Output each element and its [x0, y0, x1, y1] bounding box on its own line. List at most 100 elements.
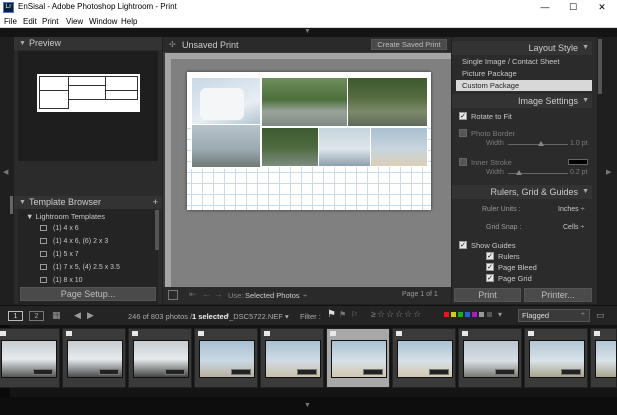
color-label-gray-icon[interactable] — [479, 312, 484, 317]
photo-cell[interactable] — [261, 127, 319, 167]
flag-icon[interactable] — [462, 331, 468, 336]
photo-cell[interactable] — [261, 77, 348, 127]
photo-cell[interactable] — [191, 124, 261, 168]
bottom-panel-toggle-icon[interactable]: ▼ — [304, 402, 311, 409]
color-label-green-icon[interactable] — [458, 312, 463, 317]
template-folder[interactable]: ▼ Lightroom Templates — [26, 212, 105, 221]
left-panel-scrollbar[interactable] — [10, 196, 13, 214]
menu-window[interactable]: Window — [89, 17, 117, 26]
flag-icon[interactable] — [330, 331, 336, 336]
page-view-toggle-icon[interactable] — [168, 290, 178, 300]
template-item[interactable]: (1) 7 x 5, (4) 2.5 x 3.5 — [40, 264, 155, 274]
flag-icon[interactable] — [528, 331, 534, 336]
window-2-button[interactable]: 2 — [29, 311, 44, 321]
preview-panel-header[interactable]: ▼ Preview — [14, 37, 162, 50]
template-item[interactable]: (1) 5 x 7 — [40, 251, 155, 261]
first-page-icon[interactable]: ⇤ — [189, 289, 197, 300]
layout-custom-package[interactable]: Custom Package — [456, 80, 592, 91]
create-saved-print-button[interactable]: Create Saved Print — [371, 39, 447, 50]
ruler-units-select[interactable]: Inches ÷ — [558, 206, 584, 213]
close-button[interactable]: ✕ — [588, 0, 616, 15]
print-page[interactable] — [187, 72, 431, 210]
flag-icon[interactable] — [396, 331, 402, 336]
menu-file[interactable]: File — [4, 17, 17, 26]
slider-knob-icon[interactable] — [516, 170, 522, 175]
filmstrip-thumbnail-selected[interactable] — [326, 328, 390, 388]
printer-button[interactable]: Printer... — [524, 288, 592, 302]
layout-picture-package[interactable]: Picture Package — [456, 68, 592, 79]
filmstrip-thumbnail[interactable] — [0, 328, 60, 388]
layout-style-header[interactable]: Layout Style ▼ — [452, 41, 592, 55]
filter-lock-icon[interactable]: ▭ — [596, 310, 605, 321]
flag-icon[interactable] — [264, 331, 270, 336]
flag-icon[interactable] — [0, 331, 6, 336]
filter-dropdown-icon[interactable]: ▾ — [498, 310, 502, 319]
filmstrip-thumbnail[interactable] — [260, 328, 324, 388]
use-select[interactable]: Selected Photos — [245, 291, 300, 300]
photo-cell[interactable] — [318, 127, 371, 167]
template-item[interactable]: (1) 4 x 6, (6) 2 x 3 — [40, 238, 155, 248]
page-bleed-checkbox[interactable]: ✓ — [486, 263, 494, 271]
next-page-icon[interactable]: → — [214, 289, 223, 299]
right-panel-toggle-icon[interactable]: ▶ — [606, 168, 611, 176]
right-panel-scrollbar[interactable] — [597, 37, 603, 304]
menu-print[interactable]: Print — [42, 17, 58, 26]
grid-view-icon[interactable]: ▦ — [52, 310, 61, 321]
left-panel-toggle-icon[interactable]: ◀ — [3, 168, 8, 176]
inner-stroke-checkbox[interactable] — [459, 158, 467, 166]
menu-view[interactable]: View — [66, 17, 83, 26]
maximize-button[interactable]: ☐ — [559, 0, 587, 15]
grid-snap-select[interactable]: Cells ÷ — [563, 224, 584, 231]
filter-preset-select[interactable]: Flagged — [518, 309, 590, 322]
window-1-button[interactable]: 1 — [8, 311, 23, 321]
color-label-yellow-icon[interactable] — [451, 312, 456, 317]
flag-icon[interactable] — [132, 331, 138, 336]
minimize-button[interactable]: — — [531, 0, 559, 15]
previous-page-icon[interactable]: ← — [202, 289, 211, 299]
template-item[interactable]: (1) 8 x 10 — [40, 277, 155, 287]
color-label-red-icon[interactable] — [444, 312, 449, 317]
use-select-arrow-icon[interactable]: ÷ — [303, 291, 307, 300]
slider-knob-icon[interactable] — [538, 141, 544, 146]
page-grid-checkbox[interactable]: ✓ — [486, 274, 494, 282]
photo-border-checkbox[interactable] — [459, 129, 467, 137]
filmstrip-thumbnail[interactable] — [458, 328, 522, 388]
filmstrip-thumbnail[interactable] — [590, 328, 617, 388]
print-button[interactable]: Print — [454, 288, 521, 302]
template-browser-header[interactable]: ▼ Template Browser + — [14, 196, 162, 209]
flag-icon[interactable] — [66, 331, 72, 336]
inner-stroke-color-swatch[interactable] — [568, 159, 588, 165]
template-scrollbar[interactable] — [155, 210, 159, 250]
show-guides-checkbox[interactable]: ✓ — [459, 241, 467, 249]
photo-cell[interactable] — [347, 77, 428, 127]
filmstrip-thumbnail[interactable] — [194, 328, 258, 388]
template-item[interactable]: (1) 4 x 6 — [40, 225, 155, 235]
layout-single-image[interactable]: Single Image / Contact Sheet — [456, 56, 592, 67]
star-rating-filter-icon[interactable]: ≥☆☆☆☆☆ — [371, 309, 422, 320]
page-setup-button[interactable]: Page Setup... — [20, 287, 156, 301]
filmstrip-thumbnail[interactable] — [62, 328, 126, 388]
menu-edit[interactable]: Edit — [23, 17, 37, 26]
filename-source[interactable]: /_DSC5722.NEF ▾ — [227, 312, 289, 321]
unflag-filter-icon[interactable]: ⚐ — [351, 310, 358, 319]
flag-icon[interactable] — [198, 331, 204, 336]
color-label-blue-icon[interactable] — [465, 312, 470, 317]
filmstrip-thumbnail[interactable] — [524, 328, 588, 388]
add-template-icon[interactable]: + — [153, 196, 158, 209]
flag-icon[interactable] — [594, 331, 600, 336]
flag-filter-icon[interactable]: ⚑ — [327, 309, 336, 320]
filter-preset-arrow-icon[interactable]: ÷ — [581, 311, 585, 318]
rulers-checkbox[interactable]: ✓ — [486, 252, 494, 260]
color-label-purple-icon[interactable] — [472, 312, 477, 317]
reject-filter-icon[interactable]: ⚑ — [339, 310, 346, 319]
image-settings-header[interactable]: Image Settings ▼ — [452, 94, 592, 108]
color-label-none-icon[interactable] — [487, 312, 492, 317]
filmstrip-thumbnail[interactable] — [392, 328, 456, 388]
forward-arrow-icon[interactable]: ▶ — [87, 310, 94, 321]
rulers-grid-guides-header[interactable]: Rulers, Grid & Guides ▼ — [452, 185, 592, 199]
filmstrip-thumbnail[interactable] — [128, 328, 192, 388]
top-panel-toggle-icon[interactable]: ▼ — [304, 28, 311, 35]
photo-cell[interactable] — [370, 127, 428, 167]
rotate-to-fit-checkbox[interactable]: ✓ — [459, 112, 467, 120]
menu-help[interactable]: Help — [121, 17, 137, 26]
